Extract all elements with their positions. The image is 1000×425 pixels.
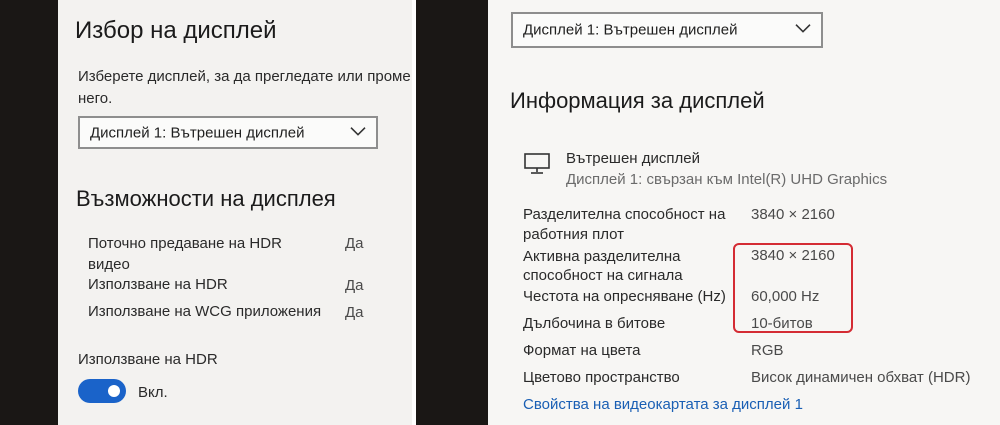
- capability-label-use-hdr: Използване на HDR: [88, 276, 228, 293]
- select-display-title: Избор на дисплей: [75, 17, 277, 44]
- use-hdr-toggle-state: Вкл.: [138, 384, 168, 401]
- info-label-color-format: Формат на цвета: [523, 342, 641, 359]
- screen-bezel: [416, 0, 488, 425]
- highlight-annotation: [733, 243, 853, 333]
- monitor-icon: [524, 153, 550, 180]
- capability-label-hdr-streaming: Поточно предаване на HDR: [88, 235, 282, 252]
- toggle-knob: [108, 385, 120, 397]
- select-display-description: Изберете дисплей, за да прегледате или п…: [78, 68, 411, 85]
- display-selection-panel: Избор на дисплей Изберете дисплей, за да…: [0, 0, 412, 425]
- info-label-desktop-resolution-cont: работния плот: [523, 226, 625, 243]
- monitor-subtitle: Дисплей 1: свързан към Intel(R) UHD Grap…: [566, 171, 888, 188]
- info-value-desktop-resolution: 3840 × 2160: [751, 206, 835, 223]
- display-select-dropdown[interactable]: Дисплей 1: Вътрешен дисплей: [78, 116, 378, 149]
- info-label-desktop-resolution: Разделителна способност на: [523, 206, 726, 223]
- display-select-value: Дисплей 1: Вътрешен дисплей: [90, 124, 305, 141]
- capability-value-hdr-streaming: Да: [345, 235, 364, 252]
- use-hdr-toggle[interactable]: [78, 379, 126, 403]
- display-capabilities-title: Възможности на дисплея: [76, 186, 336, 211]
- info-label-refresh-rate: Честота на опресняване (Hz): [523, 288, 726, 305]
- capability-value-use-hdr: Да: [345, 277, 364, 294]
- display-info-panel: Дисплей 1: Вътрешен дисплей Информация з…: [416, 0, 1000, 425]
- info-value-color-space: Висок динамичен обхват (HDR): [751, 369, 971, 386]
- capability-label-hdr-streaming-cont: видео: [88, 256, 130, 273]
- screen-bezel: [0, 0, 58, 425]
- display-select-dropdown[interactable]: Дисплей 1: Вътрешен дисплей: [511, 12, 823, 48]
- capability-label-wcg: Използване на WCG приложения: [88, 303, 322, 320]
- display-select-value: Дисплей 1: Вътрешен дисплей: [523, 21, 738, 39]
- info-label-active-resolution: Активна разделителна: [523, 248, 681, 265]
- adapter-properties-link[interactable]: Свойства на видеокартата за дисплей 1: [523, 396, 803, 413]
- use-hdr-toggle-label: Използване на HDR: [78, 351, 218, 368]
- display-info-title: Информация за дисплей: [510, 88, 765, 113]
- capability-value-wcg: Да: [345, 304, 364, 321]
- info-label-active-resolution-cont: способност на сигнала: [523, 267, 683, 284]
- select-display-description-cont: него.: [78, 90, 113, 107]
- chevron-down-icon: [795, 21, 811, 38]
- info-value-color-format: RGB: [751, 342, 784, 359]
- chevron-down-icon: [350, 123, 366, 140]
- info-label-bit-depth: Дълбочина в битове: [523, 315, 666, 332]
- monitor-name: Вътрешен дисплей: [566, 150, 700, 167]
- info-label-color-space: Цветово пространство: [523, 369, 680, 386]
